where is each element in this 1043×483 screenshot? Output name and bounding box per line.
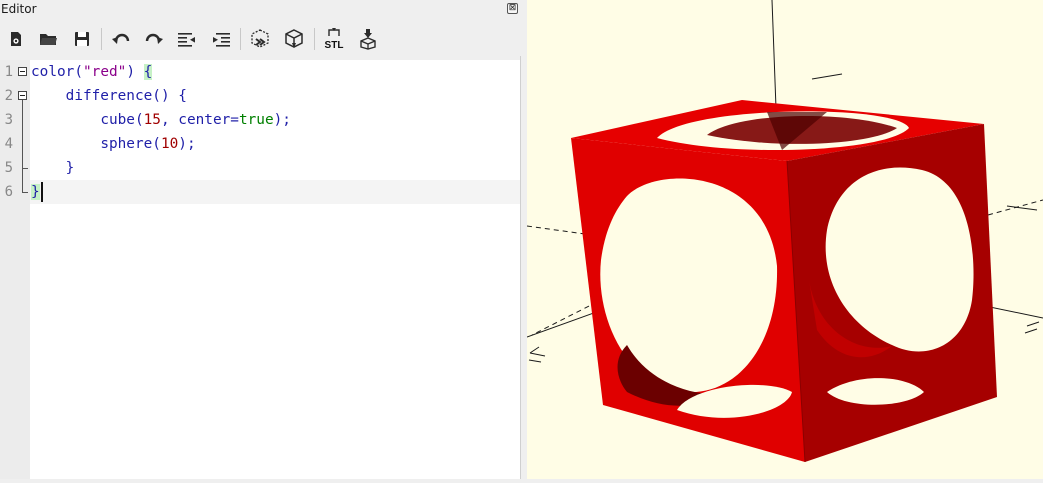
code-token: difference	[65, 88, 153, 104]
line-number: 3	[4, 112, 13, 128]
text-cursor	[41, 182, 43, 202]
code-text: color("red") {	[31, 60, 153, 84]
code-token: 15	[143, 112, 161, 128]
axis-label-right	[1024, 321, 1040, 334]
toolbar-separator	[101, 28, 102, 50]
code-token: {	[143, 64, 153, 80]
undo-button[interactable]	[107, 22, 135, 56]
line-number: 1	[4, 64, 13, 80]
code-line[interactable]: 3 cube(15, center=true);	[0, 108, 520, 132]
code-token: }	[31, 184, 40, 200]
code-token: );	[178, 136, 196, 152]
stl-label: STL	[325, 40, 344, 51]
new-file-button[interactable]	[2, 22, 30, 56]
export-stl-button[interactable]: STL	[320, 22, 348, 56]
code-token: (	[74, 64, 83, 80]
editor-title: Editor	[1, 2, 37, 16]
send-to-print-button[interactable]	[354, 22, 382, 56]
code-line[interactable]: 4 sphere(10);	[0, 132, 520, 156]
export-stl-icon: STL	[325, 28, 344, 51]
open-file-button[interactable]	[34, 22, 62, 56]
undo-icon	[112, 33, 130, 44]
toolbar-separator	[240, 28, 241, 50]
code-editor[interactable]: 1 color("red") {2 difference() {3 cube(15…	[0, 60, 520, 479]
line-number: 4	[4, 136, 13, 152]
code-token: (	[134, 112, 144, 128]
code-token: }	[65, 160, 75, 176]
3d-viewport[interactable]	[526, 0, 1043, 479]
x-axis-dashed	[531, 301, 598, 336]
render-view	[526, 0, 1043, 463]
line-number: 5	[4, 160, 13, 176]
toolbar-separator	[314, 28, 315, 50]
code-line[interactable]: 5 }	[0, 156, 520, 180]
unindent-icon	[178, 33, 195, 47]
code-text: }	[31, 180, 40, 204]
close-icon[interactable]: ⊠	[507, 3, 518, 14]
code-text: difference() {	[31, 84, 187, 108]
code-token: true	[238, 112, 274, 128]
code-text: }	[31, 156, 75, 180]
tick-5	[1006, 205, 1038, 211]
redo-button[interactable]	[140, 22, 168, 56]
code-token: )	[126, 64, 135, 80]
new-file-icon	[11, 32, 21, 46]
code-token: sphere	[100, 136, 153, 152]
render-icon	[285, 29, 303, 48]
code-token: color	[31, 64, 75, 80]
tick-6	[811, 73, 843, 80]
axis-label-left	[528, 346, 546, 363]
preview-icon	[251, 29, 269, 48]
indent-button[interactable]	[207, 22, 235, 56]
code-text: cube(15, center=true);	[31, 108, 291, 132]
code-token: "red"	[83, 64, 127, 80]
send-to-print-icon	[360, 29, 376, 50]
code-token: cube	[100, 112, 135, 128]
editor-toolbar: STL	[0, 22, 526, 56]
preview-button[interactable]	[246, 22, 274, 56]
redo-icon	[145, 33, 163, 44]
editor-title-bar: Editor ⊠	[0, 0, 526, 20]
open-folder-icon	[40, 34, 57, 45]
code-line[interactable]: 6}	[0, 180, 520, 204]
code-token: () {	[152, 88, 187, 104]
red-cube-model	[571, 100, 997, 463]
code-token: , center=	[160, 112, 239, 128]
save-icon	[75, 32, 89, 46]
code-line[interactable]: 1 color("red") {	[0, 60, 520, 84]
code-token: 10	[160, 136, 179, 152]
line-number: 6	[4, 184, 13, 200]
unindent-button[interactable]	[173, 22, 201, 56]
code-line[interactable]: 2 difference() {	[0, 84, 520, 108]
save-button[interactable]	[68, 22, 96, 56]
pane-splitter[interactable]	[520, 56, 526, 479]
indent-icon	[213, 33, 230, 47]
editor-pane: Editor ⊠ STL 1 color("red") {2 differen…	[0, 0, 526, 479]
code-token: (	[152, 136, 161, 152]
code-text: sphere(10);	[31, 132, 196, 156]
render-button[interactable]	[280, 22, 308, 56]
code-token: );	[273, 112, 291, 128]
line-number: 2	[4, 88, 13, 104]
